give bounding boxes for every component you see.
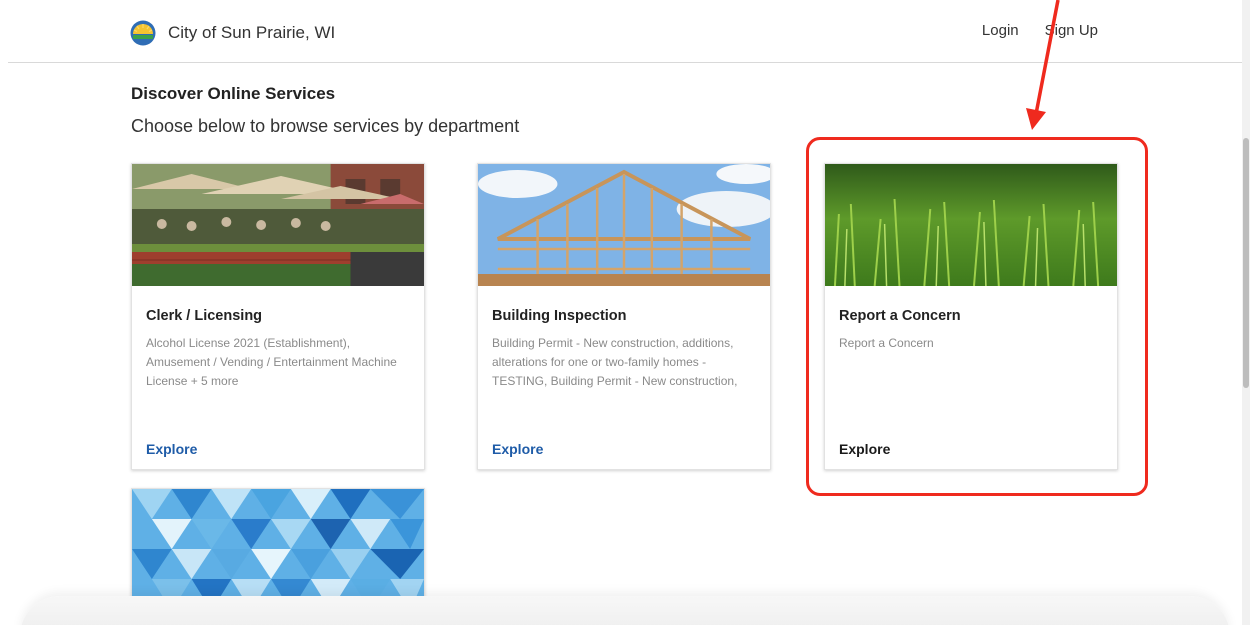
service-card-clerk-licensing[interactable]: Clerk / Licensing Alcohol License 2021 (… bbox=[131, 163, 425, 470]
blue-triangle-pattern bbox=[132, 489, 424, 611]
highlight-box bbox=[806, 137, 1148, 496]
card-description: Building Permit - New construction, addi… bbox=[492, 336, 738, 388]
card-description: Alcohol License 2021 (Establishment), Am… bbox=[146, 336, 397, 388]
card-title: Building Inspection bbox=[492, 308, 627, 324]
page-heading: Discover Online Services bbox=[131, 84, 336, 103]
scrollbar-thumb[interactable] bbox=[1243, 138, 1249, 388]
page-subheading: Choose below to browse services by depar… bbox=[131, 116, 520, 136]
service-card-building-inspection[interactable]: Building Inspection Building Permit - Ne… bbox=[477, 163, 771, 470]
brand[interactable]: City of Sun Prairie, WI bbox=[130, 20, 335, 46]
explore-link-building-inspection[interactable]: Explore bbox=[492, 441, 543, 457]
login-link[interactable]: Login bbox=[982, 22, 1019, 39]
red-arrow-icon bbox=[1026, 0, 1060, 130]
outdoor-patio-dining-photo bbox=[132, 164, 424, 286]
card-title: Clerk / Licensing bbox=[146, 308, 263, 324]
site-name: City of Sun Prairie, WI bbox=[168, 23, 336, 42]
explore-link-clerk-licensing[interactable]: Explore bbox=[146, 441, 197, 457]
bottom-edge-shadow bbox=[20, 596, 1230, 625]
sun-prairie-logo-icon bbox=[130, 20, 156, 46]
wood-house-framing-photo bbox=[478, 164, 770, 286]
